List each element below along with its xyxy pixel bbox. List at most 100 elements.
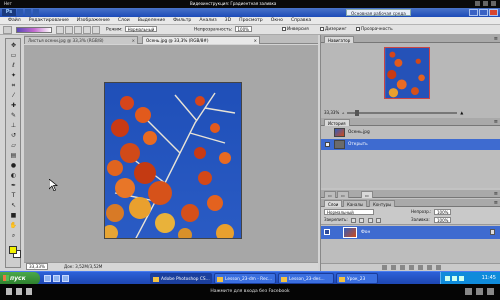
tab-history[interactable]: История [324,119,350,126]
hand-icon[interactable]: ✋ [9,222,18,230]
dither-checkbox[interactable] [320,26,324,31]
browser-icon[interactable] [53,275,60,282]
navigator-zoom-slider[interactable] [347,109,458,116]
shape-icon[interactable]: ■ [9,212,18,220]
menu-window[interactable]: Окно [267,17,287,25]
new-group-icon[interactable] [417,265,423,270]
dither-option[interactable]: Дизеринг [320,26,347,34]
panel-menu-icon[interactable]: ≡ [494,36,498,42]
maximize-button[interactable] [479,9,488,16]
panel-menu-icon[interactable]: ≡ [494,191,498,197]
menu-image[interactable]: Изображение [73,17,114,25]
foreground-color-swatch[interactable] [9,246,17,254]
close-tab-icon[interactable]: × [132,37,135,45]
minimize-icon[interactable] [475,1,480,6]
document-image[interactable] [104,82,242,239]
video-bottom-message[interactable]: Нажмите для входа без Facebook [170,287,330,296]
tab-navigator[interactable]: Навигатор [324,36,355,43]
maximize-icon[interactable] [483,1,488,6]
menu-file[interactable]: Файл [4,17,25,25]
volume-icon[interactable] [445,276,450,281]
doc-tab-1[interactable]: Листья осени.jpg @ 33,3% (RGB/8) × [24,36,138,44]
tab-masks[interactable]: ▭ [361,191,373,198]
menu-help[interactable]: Справка [287,17,315,25]
add-mask-icon[interactable] [399,265,405,270]
minibridge-icon[interactable] [25,9,31,16]
pause-icon[interactable] [16,288,22,295]
zoom-out-icon[interactable]: ▵ [342,109,344,116]
menu-filter[interactable]: Фильтр [169,17,195,25]
layer-opacity-input[interactable]: 100% [434,209,452,215]
pen-icon[interactable]: ✒ [9,182,18,190]
type-icon[interactable]: T [9,192,18,200]
reverse-option[interactable]: Инверсия [282,26,309,34]
healing-icon[interactable]: ✚ [9,102,18,110]
menu-3d[interactable]: 3D [221,17,235,25]
doc-tab-2[interactable]: Осень.jpg @ 33,3% (RGB/8#) × [142,36,260,44]
bridge-icon[interactable] [17,9,23,16]
close-button[interactable] [489,9,498,16]
show-desktop-icon[interactable] [44,275,51,282]
eye-icon[interactable] [324,229,330,235]
magic-wand-icon[interactable]: ✦ [9,72,18,80]
gradient-icon[interactable]: ▤ [9,152,18,160]
settings-icon[interactable] [476,288,483,295]
crop-icon[interactable]: ⌗ [9,82,18,90]
opacity-input[interactable]: 100% [234,26,252,32]
taskbar-button-lesson[interactable]: Урок_23 [336,273,378,284]
reflected-gradient-icon[interactable] [83,26,91,34]
minimize-button[interactable] [469,9,478,16]
clone-stamp-icon[interactable]: ⊥ [9,122,18,130]
panel-menu-icon[interactable]: ≡ [494,200,498,206]
eraser-icon[interactable]: ▱ [9,142,18,150]
language-icon[interactable] [459,276,464,281]
taskbar-button-recording[interactable]: Lesson_23-dm - Rec... [214,273,276,284]
mode-select[interactable]: Нормальный [124,26,158,32]
slider-knob[interactable] [355,109,360,116]
link-layers-icon[interactable] [381,265,387,270]
stop-icon[interactable] [26,288,32,295]
angle-gradient-icon[interactable] [74,26,82,34]
status-zoom[interactable]: 33,33% [26,263,48,270]
taskbar-button-photoshop[interactable]: Adobe Photoshop CS... [150,273,212,284]
history-snapshot[interactable]: Осень.jpg [321,127,500,138]
network-icon[interactable] [452,276,457,281]
tab-channels[interactable]: Каналы [343,200,368,207]
fill-input[interactable]: 100% [434,217,452,223]
zoom-icon[interactable]: ⌕ [9,232,18,240]
menu-edit[interactable]: Редактирование [25,17,73,25]
linear-gradient-icon[interactable] [56,26,64,34]
lasso-icon[interactable]: ℓ [9,62,18,70]
navigator-thumbnail[interactable] [384,47,430,99]
navigator-zoom-value[interactable]: 33,33% [324,109,339,116]
volume-control-icon[interactable] [465,288,472,295]
lock-all-icon[interactable] [375,217,381,223]
tab-layers-mini[interactable]: ▭ [324,191,336,198]
menu-view[interactable]: Просмотр [235,17,267,25]
delete-layer-icon[interactable] [435,265,441,270]
history-brush-source-icon[interactable] [325,142,330,147]
radial-gradient-icon[interactable] [65,26,73,34]
play-icon[interactable] [6,288,12,295]
panel-menu-icon[interactable]: ≡ [494,119,498,125]
taskbar-button-folder[interactable]: Lesson_23-des... [278,273,334,284]
eyedropper-icon[interactable]: ⁄ [9,92,18,100]
lock-transparency-icon[interactable] [350,217,356,223]
layer-row[interactable]: Фон [321,226,500,239]
close-tab-icon[interactable]: × [254,37,257,45]
menu-analysis[interactable]: Анализ [195,17,220,25]
blend-mode-select[interactable]: Нормальный [324,209,374,215]
history-brush-icon[interactable]: ↺ [9,132,18,140]
tool-preset-picker[interactable] [3,26,12,34]
zoom-in-icon[interactable]: ▲ [460,109,463,116]
transparency-checkbox[interactable] [356,26,360,31]
menu-layer[interactable]: Слои [114,17,134,25]
move-icon[interactable]: ✥ [9,42,18,50]
menu-select[interactable]: Выделение [134,17,169,25]
lock-position-icon[interactable] [367,217,373,223]
tab-layers[interactable]: Слои [324,200,343,207]
gradient-picker[interactable] [16,27,52,33]
marquee-icon[interactable]: ▭ [9,52,18,60]
dodge-icon[interactable]: ◐ [9,172,18,180]
history-item[interactable]: Открыть [321,139,500,150]
